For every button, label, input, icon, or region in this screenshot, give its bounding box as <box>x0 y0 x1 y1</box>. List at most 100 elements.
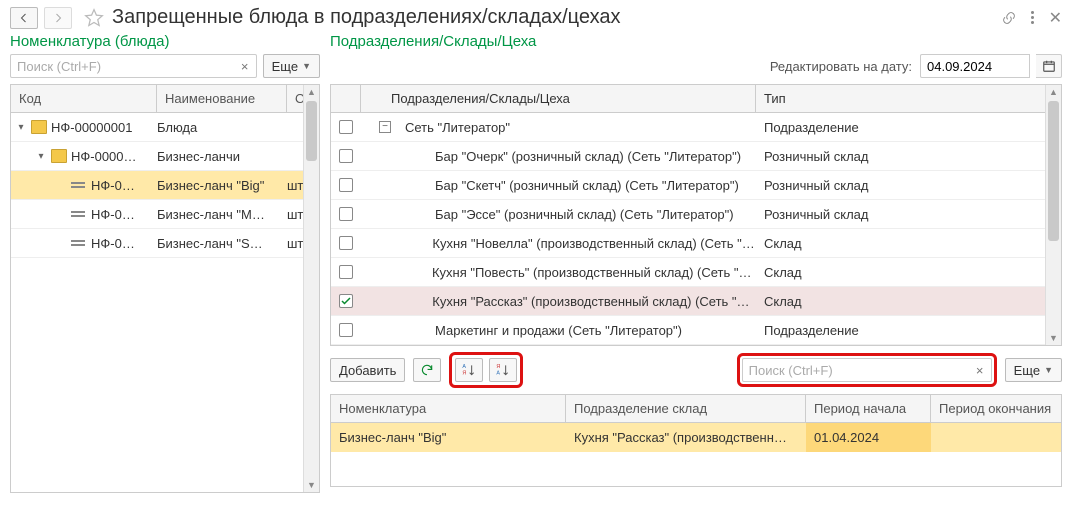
favorite-star-icon[interactable] <box>84 8 104 28</box>
row-checkbox[interactable] <box>339 265 353 279</box>
row-checkbox[interactable] <box>339 149 353 163</box>
more-menu-icon[interactable] <box>1031 11 1035 24</box>
item-icon <box>71 211 85 217</box>
dept-row[interactable]: Маркетинг и продажи (Сеть "Литератор") По… <box>331 316 1061 345</box>
row-checkbox[interactable] <box>339 294 353 308</box>
sort-desc-button[interactable]: ЯА <box>489 358 517 382</box>
left-search-input[interactable] <box>10 54 257 78</box>
svg-text:Я: Я <box>463 371 467 377</box>
left-scrollbar[interactable]: ▲ ▼ <box>303 85 319 492</box>
upper-scrollbar[interactable]: ▲ ▼ <box>1045 85 1061 345</box>
date-input[interactable] <box>920 54 1030 78</box>
col-dep[interactable]: Подразделение склад <box>566 395 806 422</box>
dept-row[interactable]: Бар "Эссе" (розничный склад) (Сеть "Лите… <box>331 200 1061 229</box>
dept-row[interactable]: − Сеть "Литератор" Подразделение <box>331 113 1061 142</box>
col-checkbox <box>331 85 361 112</box>
dept-name: Маркетинг и продажи (Сеть "Литератор") <box>435 323 682 338</box>
mid-more-button[interactable]: Еще ▼ <box>1005 358 1062 382</box>
mid-search-input[interactable] <box>742 358 992 382</box>
sort-buttons-highlight: АЯ ЯА <box>449 352 523 388</box>
row-checkbox[interactable] <box>339 323 353 337</box>
dept-row[interactable]: Кухня "Рассказ" (производственный склад)… <box>331 287 1061 316</box>
date-edit-label: Редактировать на дату: <box>770 59 912 74</box>
dept-type: Розничный склад <box>756 149 1061 164</box>
page-title: Запрещенные блюда в подразделениях/склад… <box>112 6 995 29</box>
tree-row[interactable]: ▾ НФ-0000… Бизнес-ланчи <box>11 142 319 171</box>
dept-type: Склад <box>756 294 1061 309</box>
right-section-title: Подразделения/Склады/Цеха <box>330 33 536 50</box>
restrictions-grid: Номенклатура Подразделение склад Период … <box>330 394 1062 487</box>
more-label: Еще <box>272 59 298 74</box>
dept-type: Склад <box>756 265 1061 280</box>
dept-type: Подразделение <box>756 120 1061 135</box>
row-checkbox[interactable] <box>339 207 353 221</box>
left-search-clear[interactable]: × <box>235 56 255 76</box>
svg-text:Я: Я <box>497 364 501 370</box>
dept-row[interactable]: Бар "Скетч" (розничный склад) (Сеть "Лит… <box>331 171 1061 200</box>
dept-name: Бар "Эссе" (розничный склад) (Сеть "Лите… <box>435 207 734 222</box>
cell-dep: Кухня "Рассказ" (производственн… <box>566 430 806 445</box>
tree-row[interactable]: НФ-0…Бизнес-ланч "M…шт <box>11 200 319 229</box>
nav-back-button[interactable] <box>10 7 38 29</box>
mid-search-highlight: × <box>737 353 997 387</box>
col-name[interactable]: Наименование <box>157 85 287 112</box>
row-checkbox[interactable] <box>339 120 353 134</box>
tree-row[interactable]: ▾ НФ-00000001 Блюда <box>11 113 319 142</box>
cell-nom: Бизнес-ланч "Big" <box>331 430 566 445</box>
expander-icon[interactable]: ▾ <box>15 122 27 133</box>
item-icon <box>71 240 85 246</box>
restriction-row[interactable]: Бизнес-ланч "Big"Кухня "Рассказ" (произв… <box>331 423 1061 452</box>
name-text: Блюда <box>157 120 287 135</box>
nav-forward-button[interactable] <box>44 7 72 29</box>
row-checkbox[interactable] <box>339 178 353 192</box>
col-dept-name[interactable]: Подразделения/Склады/Цеха <box>361 85 756 112</box>
tree-row[interactable]: НФ-0…Бизнес-ланч "S…шт <box>11 229 319 258</box>
dept-name: Кухня "Рассказ" (производственный склад)… <box>432 294 756 309</box>
mid-search-clear[interactable]: × <box>970 360 990 380</box>
code-text: НФ-0… <box>91 236 135 251</box>
col-to[interactable]: Период окончания <box>931 395 1061 422</box>
tree-row[interactable]: НФ-0…Бизнес-ланч "Big"шт <box>11 171 319 200</box>
add-button[interactable]: Добавить <box>330 358 405 382</box>
dept-name: Сеть "Литератор" <box>405 120 510 135</box>
dept-row[interactable]: Бар "Очерк" (розничный склад) (Сеть "Лит… <box>331 142 1061 171</box>
dept-row[interactable]: Кухня "Новелла" (производственный склад)… <box>331 229 1061 258</box>
code-text: НФ-0… <box>91 207 135 222</box>
col-dept-type[interactable]: Тип <box>756 85 1061 112</box>
code-text: НФ-00000001 <box>51 120 132 135</box>
dept-type: Розничный склад <box>756 207 1061 222</box>
nomenclature-tree: Код Наименование Осн ▾НФ-00000001Блюда▾Н… <box>10 84 320 493</box>
folder-icon <box>51 149 67 163</box>
chevron-down-icon: ▼ <box>1044 365 1053 375</box>
left-more-button[interactable]: Еще ▼ <box>263 54 320 78</box>
left-section-title: Номенклатура (блюда) <box>10 33 320 50</box>
collapse-icon[interactable]: − <box>379 121 391 133</box>
name-text: Бизнес-ланч "S… <box>157 236 287 251</box>
item-icon <box>71 182 85 188</box>
col-code[interactable]: Код <box>11 85 157 112</box>
dept-name: Бар "Очерк" (розничный склад) (Сеть "Лит… <box>435 149 741 164</box>
row-checkbox[interactable] <box>339 236 353 250</box>
dept-type: Подразделение <box>756 323 1061 338</box>
name-text: Бизнес-ланчи <box>157 149 287 164</box>
svg-text:А: А <box>463 364 467 370</box>
close-button[interactable]: ✕ <box>1049 8 1062 28</box>
svg-text:А: А <box>497 371 501 377</box>
link-icon[interactable] <box>1001 10 1017 26</box>
dept-type: Розничный склад <box>756 178 1061 193</box>
expander-icon[interactable]: ▾ <box>35 151 47 162</box>
name-text: Бизнес-ланч "M… <box>157 207 287 222</box>
date-picker-button[interactable] <box>1036 54 1062 78</box>
sort-asc-button[interactable]: АЯ <box>455 358 483 382</box>
dept-row[interactable]: Кухня "Повесть" (производственный склад)… <box>331 258 1061 287</box>
departments-grid: Подразделения/Склады/Цеха Тип − Сеть "Лит… <box>330 84 1062 346</box>
code-text: НФ-0000… <box>71 149 137 164</box>
name-text: Бизнес-ланч "Big" <box>157 178 287 193</box>
refresh-button[interactable] <box>413 358 441 382</box>
col-nom[interactable]: Номенклатура <box>331 395 566 422</box>
cell-from[interactable]: 01.04.2024 <box>806 423 931 452</box>
dept-name: Кухня "Новелла" (производственный склад)… <box>432 236 756 251</box>
dept-name: Бар "Скетч" (розничный склад) (Сеть "Лит… <box>435 178 739 193</box>
dept-name: Кухня "Повесть" (производственный склад)… <box>432 265 756 280</box>
col-from[interactable]: Период начала <box>806 395 931 422</box>
